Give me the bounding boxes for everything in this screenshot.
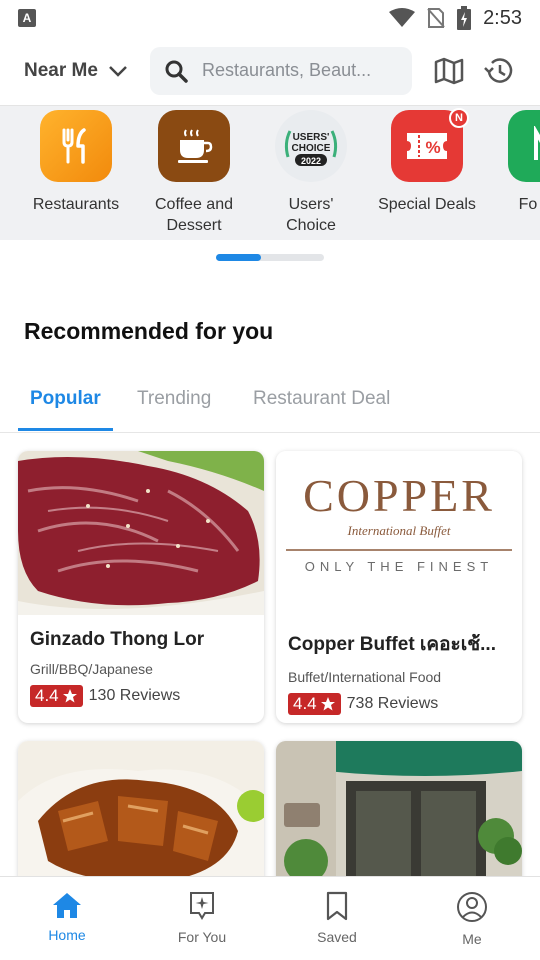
restaurant-card[interactable]: Ginzado Thong Lor Grill/BBQ/Japanese 4.4… [18, 451, 264, 723]
nav-label: Saved [317, 929, 357, 945]
rating-value: 4.4 [35, 686, 59, 705]
nav-label: Home [48, 927, 86, 943]
users-choice-2022-icon: USERS' CHOICE 2022 [275, 110, 347, 182]
category-label: Fo Deli [518, 196, 540, 213]
nav-for-you[interactable]: For You [157, 891, 247, 945]
tab-restaurant-deal[interactable]: Restaurant Deal [253, 388, 390, 410]
search-bar[interactable]: Restaurants, Beaut... [150, 46, 412, 95]
restaurant-category: Buffet/International Food [288, 669, 442, 685]
for-you-icon [190, 892, 214, 920]
users-choice-line-1: USERS' [293, 132, 330, 143]
recommendation-tabs: Popular Trending Restaurant Deal [0, 370, 540, 433]
category-label: Users' Choice [286, 196, 336, 234]
star-icon [62, 689, 77, 703]
rating-value: 4.4 [293, 694, 317, 713]
nav-label: For You [177, 929, 227, 945]
tab-trending[interactable]: Trending [137, 388, 211, 410]
fork-knife-icon [40, 110, 112, 182]
top-header: Near Me Restaurants, Beaut... [0, 36, 540, 106]
rating-row: 4.4 130 Reviews [30, 685, 252, 707]
active-tab-indicator [18, 428, 113, 431]
location-label: Near Me [24, 59, 98, 81]
category-label: Special Deals [378, 196, 476, 213]
status-bar: A 2:53 [0, 0, 540, 36]
bottom-navigation: Home For You Saved Me [0, 876, 540, 960]
pager-indicator [216, 254, 262, 261]
category-coffee-dessert[interactable]: Coffee and Dessert [138, 110, 250, 236]
category-special-deals[interactable]: % N Special Deals [371, 108, 483, 215]
notification-icon: A [18, 9, 36, 27]
bookmark-icon [326, 891, 348, 921]
clock: 2:53 [483, 6, 522, 29]
tab-popular[interactable]: Popular [30, 388, 101, 410]
category-food-delivery[interactable]: Fo Deli [488, 110, 540, 215]
category-pager [216, 254, 324, 261]
restaurant-category: Grill/BBQ/Japanese [30, 661, 153, 677]
review-count: 130 Reviews [88, 687, 181, 704]
chevron-down-icon [109, 65, 127, 77]
category-strip: Restaurants Coffee and Dessert USERS' CH… [0, 106, 540, 240]
nav-home[interactable]: Home [22, 891, 112, 943]
profile-icon [457, 892, 487, 922]
nav-saved[interactable]: Saved [292, 891, 382, 945]
marbled-beef-photo [18, 451, 264, 615]
nav-label: Me [462, 931, 482, 947]
location-selector[interactable]: Near Me [0, 60, 150, 82]
rating-badge: 4.4 [288, 693, 341, 715]
new-badge: N [449, 108, 469, 128]
search-placeholder: Restaurants, Beaut... [202, 60, 372, 80]
coupon-percent-icon: % N [391, 108, 469, 182]
nav-me[interactable]: Me [427, 891, 517, 947]
users-choice-year: 2022 [301, 156, 321, 166]
copper-logo: COPPER International Buffet ONLY THE FIN… [276, 451, 522, 615]
star-icon [320, 697, 335, 711]
map-icon[interactable] [434, 57, 464, 85]
category-label: Coffee and Dessert [155, 196, 233, 234]
no-sim-icon [427, 8, 445, 28]
section-title: Recommended for you [24, 318, 274, 344]
logo-tagline: ONLY THE FINEST [305, 559, 493, 574]
logo-brand: COPPER [303, 470, 495, 521]
category-users-choice[interactable]: USERS' CHOICE 2022 Users' Choice [255, 110, 367, 236]
home-icon [53, 893, 81, 918]
category-label: Restaurants [32, 196, 120, 213]
food-delivery-icon [508, 110, 540, 182]
restaurant-card[interactable]: COPPER International Buffet ONLY THE FIN… [276, 451, 522, 723]
logo-script: International Buffet [347, 523, 451, 538]
rating-badge: 4.4 [30, 685, 83, 707]
svg-text:%: % [425, 138, 440, 157]
review-count: 738 Reviews [346, 695, 439, 712]
rating-row: 4.4 738 Reviews [288, 693, 510, 715]
battery-charging-icon [457, 6, 472, 30]
search-icon [165, 60, 188, 83]
coffee-cup-icon [158, 110, 230, 182]
users-choice-line-2: CHOICE [292, 143, 331, 154]
restaurant-name: Copper Buffet เคอะเช้... [288, 634, 496, 655]
restaurant-name: Ginzado Thong Lor [30, 629, 205, 650]
wifi-icon [389, 8, 416, 27]
category-restaurants[interactable]: Restaurants [20, 110, 132, 215]
history-icon[interactable] [482, 56, 514, 86]
